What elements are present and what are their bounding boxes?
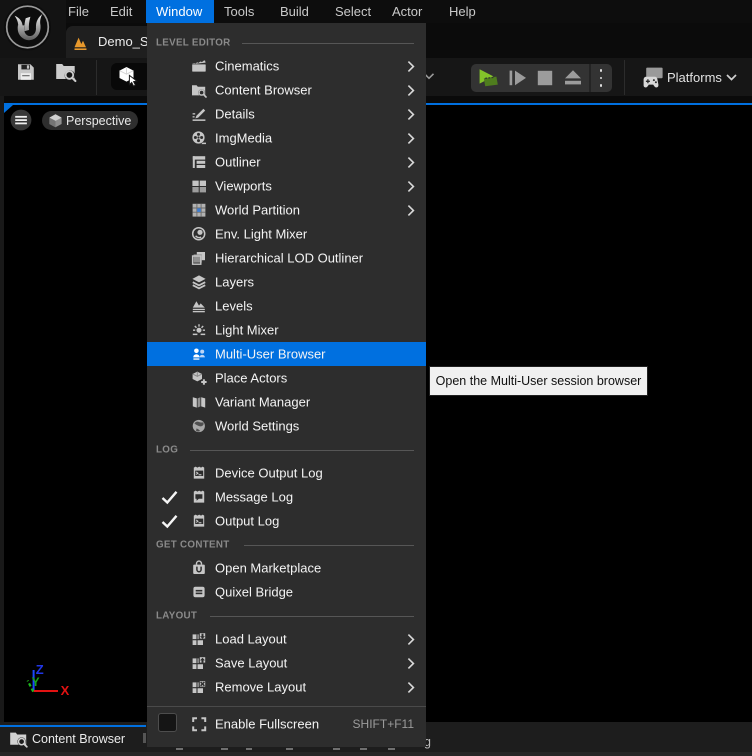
svg-text:X: X [61, 683, 70, 698]
svg-text:Y: Y [32, 675, 40, 689]
